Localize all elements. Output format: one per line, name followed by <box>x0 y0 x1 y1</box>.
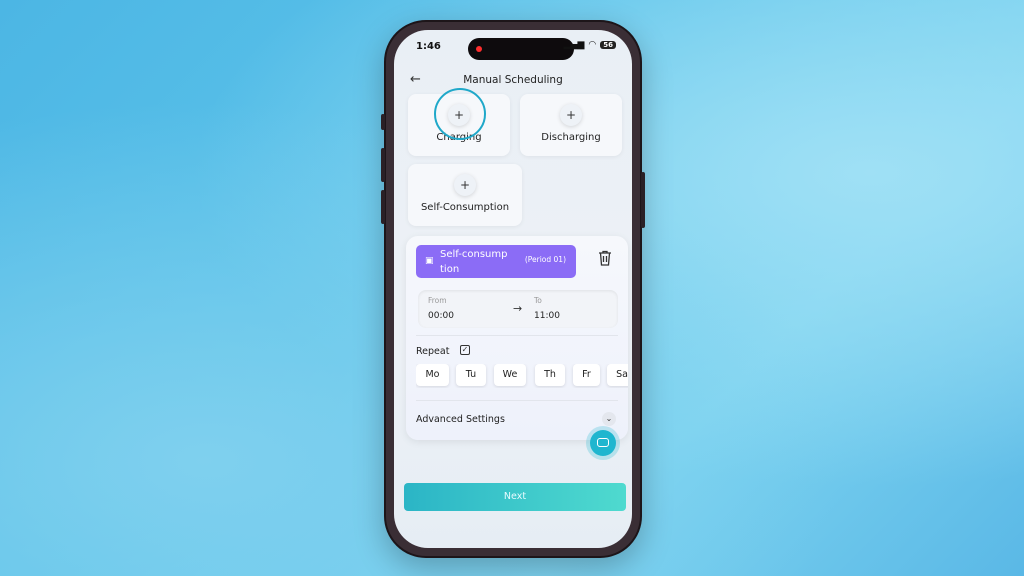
status-icons: ▂▄▆ ◠ 56 <box>564 40 616 50</box>
repeat-label: Repeat <box>416 346 450 357</box>
day-selector: Mo Tu We Th Fr Sa <box>416 364 628 388</box>
period-mode-pill[interactable]: ▣ Self-consumption (Period 01) <box>416 245 576 278</box>
page-title: Manual Scheduling <box>463 74 563 86</box>
signal-icon: ▂▄▆ <box>563 40 585 50</box>
advanced-settings-label[interactable]: Advanced Settings <box>416 414 505 425</box>
wifi-icon: ◠ <box>588 40 597 50</box>
trash-icon[interactable] <box>598 250 612 266</box>
day-monday[interactable]: Mo <box>416 364 449 386</box>
repeat-checkbox-icon[interactable]: ✓ <box>460 345 470 355</box>
recording-indicator-icon <box>476 46 482 52</box>
divider <box>416 400 618 401</box>
discharging-label: Discharging <box>541 132 601 143</box>
day-wednesday[interactable]: We <box>494 364 526 386</box>
day-thursday[interactable]: Th <box>535 364 565 386</box>
from-label: From <box>428 296 447 305</box>
robot-icon <box>597 438 609 447</box>
discharging-card[interactable]: + Discharging <box>520 94 622 156</box>
chatbot-button[interactable] <box>590 430 616 456</box>
arrow-right-icon: → <box>513 302 523 315</box>
period-card: ▣ Self-consumption (Period 01) From 00:0… <box>406 236 628 440</box>
phone-frame: 1:46 ▂▄▆ ◠ 56 ← Manual Scheduling + Char… <box>381 20 645 558</box>
divider <box>416 335 618 336</box>
self-consumption-card[interactable]: + Self-Consumption <box>408 164 522 226</box>
app-screen: 1:46 ▂▄▆ ◠ 56 ← Manual Scheduling + Char… <box>394 30 632 548</box>
day-friday[interactable]: Fr <box>573 364 600 386</box>
period-mode-name: Self-consumption <box>440 249 508 275</box>
self-consumption-label: Self-Consumption <box>420 202 510 213</box>
plus-icon[interactable]: + <box>560 104 582 126</box>
battery-icon: 56 <box>600 41 616 49</box>
from-value[interactable]: 00:00 <box>428 311 454 321</box>
highlight-ring <box>434 88 486 140</box>
volume-down-button <box>381 190 385 224</box>
power-button <box>641 172 645 228</box>
period-number: (Period 01) <box>524 255 566 264</box>
volume-up-button <box>381 148 385 182</box>
to-label: To <box>534 296 542 305</box>
chevron-down-icon[interactable]: ⌄ <box>602 412 616 426</box>
header: ← Manual Scheduling <box>394 70 632 90</box>
plus-icon[interactable]: + <box>454 174 476 196</box>
to-value[interactable]: 11:00 <box>534 311 560 321</box>
dynamic-island <box>468 38 574 60</box>
day-tuesday[interactable]: Tu <box>456 364 486 386</box>
home-icon: ▣ <box>425 256 434 266</box>
day-saturday[interactable]: Sa <box>607 364 628 386</box>
next-button[interactable]: Next <box>404 483 626 511</box>
mute-switch <box>381 114 385 130</box>
time-range[interactable]: From 00:00 → To 11:00 <box>418 290 618 328</box>
status-time: 1:46 <box>416 41 441 52</box>
